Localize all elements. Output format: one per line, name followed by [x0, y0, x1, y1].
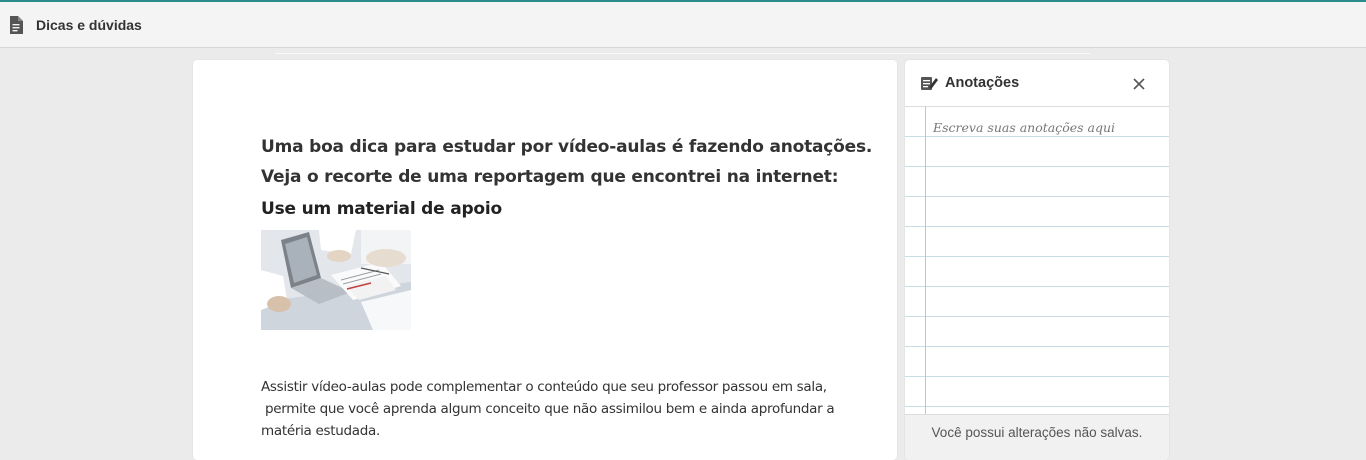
top-bar: Dicas e dúvidas: [0, 0, 1366, 48]
close-icon[interactable]: [1131, 76, 1147, 92]
article-paragraph: Assistir vídeo-aulas pode complementar o…: [261, 376, 861, 442]
paragraph-line: Assistir vídeo-aulas pode complementar o…: [261, 379, 827, 395]
notes-panel: Anotações Você possui alterações não sal…: [905, 60, 1169, 460]
paragraph-line: matéria estudada.: [261, 423, 380, 439]
page-title: Dicas e dúvidas: [36, 16, 142, 33]
laptop-documents-photo: [261, 230, 411, 330]
divider: [275, 53, 1090, 54]
notes-textarea[interactable]: [933, 120, 1158, 400]
document-icon: [10, 15, 23, 34]
paragraph-line: permite que você aprenda algum conceito …: [261, 401, 835, 417]
article-headline-2: Veja o recorte de uma reportagem que enc…: [261, 167, 839, 187]
article-headline: Uma boa dica para estudar por vídeo-aula…: [261, 137, 873, 157]
article-subheading: Use um material de apoio: [261, 199, 503, 219]
notes-header: Anotações: [905, 60, 1169, 107]
notes-title: Anotações: [945, 75, 1020, 91]
article-panel: Uma boa dica para estudar por vídeo-aula…: [193, 60, 897, 460]
notes-margin-line: [925, 107, 926, 414]
pencil-notepad-icon: [921, 77, 938, 90]
unsaved-status: Você possui alterações não salvas.: [905, 414, 1169, 460]
